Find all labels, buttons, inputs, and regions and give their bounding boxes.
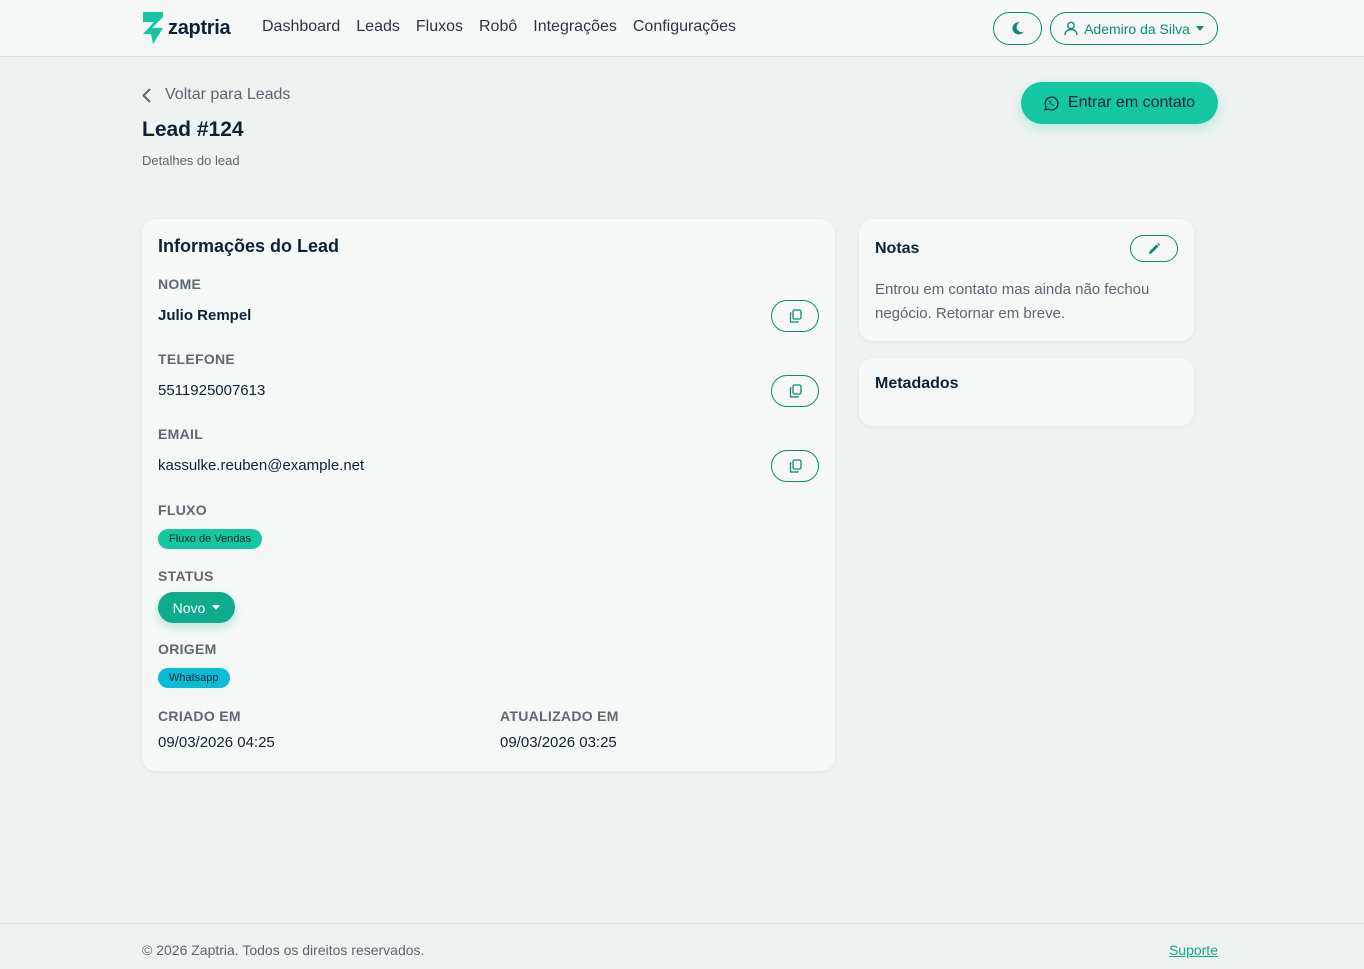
page-title: Lead #124	[142, 118, 244, 141]
brand-name: zaptria	[168, 16, 231, 39]
pencil-icon	[1149, 242, 1161, 254]
edit-notes-button[interactable]	[1130, 235, 1178, 262]
theme-toggle-button[interactable]	[993, 12, 1042, 45]
notes-title: Notas	[875, 240, 920, 257]
page-subtitle: Detalhes do lead	[142, 153, 240, 168]
support-link[interactable]: Suporte	[1169, 942, 1218, 958]
back-to-leads-link[interactable]: Voltar para Leads	[142, 86, 290, 104]
nome-label: NOME	[158, 276, 202, 292]
user-icon	[1064, 21, 1078, 36]
telefone-label: TELEFONE	[158, 351, 236, 367]
user-menu-button[interactable]: Ademiro da Silva	[1050, 12, 1218, 45]
main-nav: Dashboard Leads Fluxos Robô Integrações …	[262, 18, 736, 36]
contact-button[interactable]: Entrar em contato	[1021, 82, 1218, 124]
moon-icon	[1012, 22, 1024, 35]
email-value: kassulke.reuben@example.net	[158, 457, 365, 474]
fluxo-badge: Fluxo de Vendas	[158, 529, 262, 549]
nome-value: Julio Rempel	[158, 307, 252, 324]
user-name: Ademiro da Silva	[1084, 20, 1190, 37]
nav-configuracoes[interactable]: Configurações	[633, 18, 736, 36]
telefone-value: 5511925007613	[158, 382, 266, 399]
criado-value: 09/03/2026 04:25	[158, 734, 275, 751]
copy-icon	[789, 459, 802, 473]
nav-dashboard[interactable]: Dashboard	[262, 18, 340, 36]
copy-email-button[interactable]	[771, 450, 819, 482]
chevron-down-icon	[1195, 26, 1204, 31]
chevron-down-icon	[212, 605, 221, 610]
nav-fluxos[interactable]: Fluxos	[416, 18, 463, 36]
footer-copyright: © 2026 Zaptria. Todos os direitos reserv…	[142, 942, 425, 958]
copy-nome-button[interactable]	[771, 300, 819, 332]
copy-telefone-button[interactable]	[771, 375, 819, 407]
zaptria-logo-icon	[143, 12, 163, 44]
back-link-label: Voltar para Leads	[165, 86, 291, 103]
email-label: EMAIL	[158, 426, 204, 442]
notes-card: Notas Entrou em contato mas ainda não fe…	[859, 219, 1194, 341]
nav-robo[interactable]: Robô	[479, 18, 517, 36]
atualizado-label: ATUALIZADO EM	[500, 708, 619, 724]
notes-text: Entrou em contato mas ainda não fechou n…	[875, 281, 1150, 322]
metadata-title: Metadados	[875, 375, 959, 392]
status-dropdown[interactable]: Novo	[158, 592, 235, 623]
origem-label: ORIGEM	[158, 641, 217, 657]
criado-label: CRIADO EM	[158, 708, 241, 724]
copy-icon	[789, 384, 802, 398]
status-label: STATUS	[158, 568, 214, 584]
contact-button-label: Entrar em contato	[1067, 94, 1196, 111]
nav-integracoes[interactable]: Integrações	[533, 18, 617, 36]
lead-info-title: Informações do Lead	[158, 236, 340, 256]
status-value: Novo	[172, 599, 206, 616]
atualizado-value: 09/03/2026 03:25	[500, 734, 617, 751]
fluxo-label: FLUXO	[158, 502, 207, 518]
footer: © 2026 Zaptria. Todos os direitos reserv…	[0, 923, 1364, 969]
lead-info-card: Informações do Lead NOME Julio Rempel TE…	[142, 219, 835, 771]
nav-leads[interactable]: Leads	[356, 18, 400, 36]
origem-badge: Whatsapp	[158, 668, 230, 688]
navbar: zaptria Dashboard Leads Fluxos Robô Inte…	[0, 0, 1364, 57]
metadata-card: Metadados	[859, 358, 1194, 426]
copy-icon	[789, 309, 802, 323]
chevron-left-icon	[142, 88, 151, 102]
whatsapp-icon	[1044, 96, 1059, 111]
brand-logo[interactable]: zaptria	[142, 12, 231, 44]
